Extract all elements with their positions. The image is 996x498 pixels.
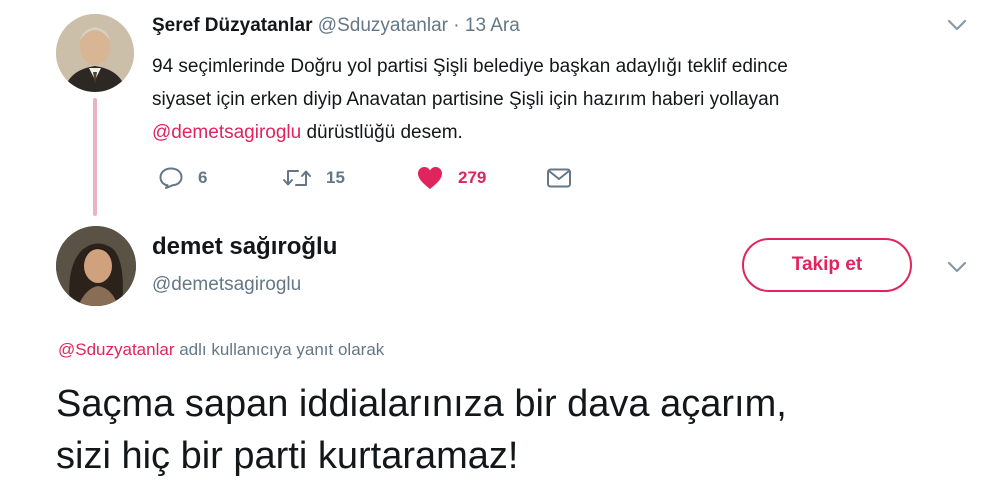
replying-to-suffix: adlı kullanıcıya yanıt olarak — [174, 340, 385, 359]
reply-author-handle[interactable]: @demetsagiroglu — [152, 272, 301, 298]
portrait-image — [56, 226, 136, 306]
replying-to-context: @Sduzyatanlar adlı kullanıcıya yanıt ola… — [58, 338, 384, 362]
chevron-down-icon[interactable] — [946, 260, 968, 274]
reply-icon — [158, 166, 184, 190]
parent-tweet-date[interactable]: 13 Ara — [465, 15, 520, 36]
parent-text-line: siyaset için erken diyip Anavatan partis… — [152, 89, 780, 110]
parent-text-line: @demetsagiroglu dürüstlüğü desem. — [152, 116, 942, 149]
reply-count: 6 — [198, 168, 208, 187]
portrait-image — [56, 14, 134, 92]
direct-message-button[interactable] — [546, 160, 572, 196]
reply-text-line: Saçma sapan iddialarınıza bir dava açarı… — [56, 383, 787, 425]
parent-text-rest: dürüstlüğü desem. — [301, 122, 463, 143]
retweet-icon — [282, 166, 312, 190]
header-separator: · — [453, 15, 460, 36]
thread-connector — [93, 98, 97, 216]
parent-text-line: 94 seçimlerinde Doğru yol partisi Şişli … — [152, 56, 788, 77]
reply-button[interactable]: 6 — [158, 160, 207, 196]
reply-author-name[interactable]: demet sağıroğlu — [152, 232, 337, 262]
chevron-down-icon[interactable] — [946, 18, 968, 32]
like-button[interactable]: 279 — [416, 160, 486, 196]
parent-tweet-header: Şeref Düzyatanlar @Sduzyatanlar · 13 Ara — [152, 14, 520, 38]
retweet-button[interactable]: 15 — [282, 160, 345, 196]
envelope-icon — [546, 167, 572, 189]
like-count: 279 — [458, 168, 487, 187]
reply-text-line: sizi hiç bir parti kurtaramaz! — [56, 435, 519, 477]
parent-author-handle[interactable]: @Sduzyatanlar — [318, 15, 448, 36]
parent-tweet-text: 94 seçimlerinde Doğru yol partisi Şişli … — [152, 50, 942, 149]
heart-icon — [416, 165, 444, 191]
reply-tweet-text: Saçma sapan iddialarınıza bir dava açarı… — [56, 378, 976, 482]
follow-button[interactable]: Takip et — [742, 238, 912, 292]
replying-to-mention[interactable]: @Sduzyatanlar — [58, 340, 175, 359]
tweet-actions: 6 15 279 — [152, 160, 612, 196]
parent-author-name[interactable]: Şeref Düzyatanlar — [152, 15, 313, 36]
mention-link[interactable]: @demetsagiroglu — [152, 122, 301, 143]
parent-author-avatar[interactable] — [56, 14, 134, 92]
reply-author-avatar[interactable] — [56, 226, 136, 306]
retweet-count: 15 — [326, 168, 345, 187]
